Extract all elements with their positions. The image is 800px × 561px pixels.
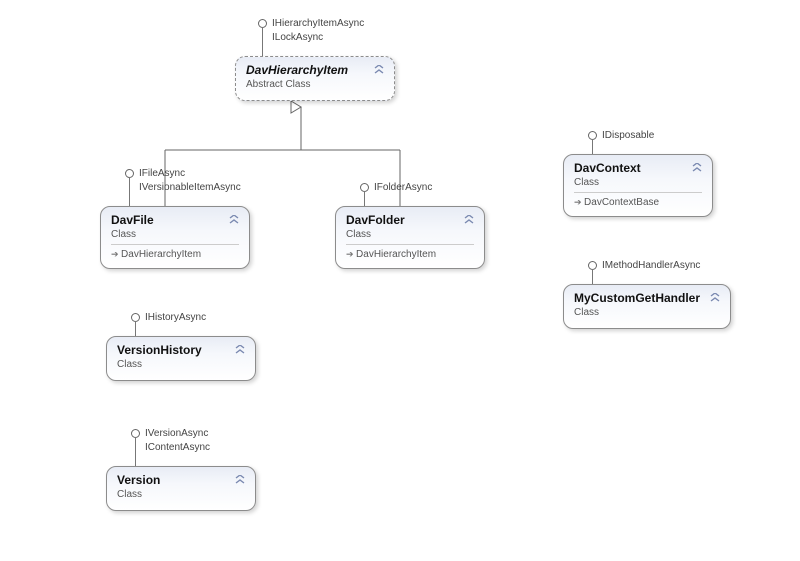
class-subtitle: Class <box>574 307 720 318</box>
class-name: MyCustomGetHandler <box>574 291 720 305</box>
lollipop-mycustomgethandler: IMethodHandlerAsync <box>588 258 700 272</box>
class-davfile[interactable]: DavFile Class DavHierarchyItem <box>100 206 250 269</box>
lollipop-davfile: IFileAsync IVersionableItemAsync <box>125 166 241 194</box>
interface-label: IContentAsync <box>145 442 210 453</box>
class-base: DavContextBase <box>574 192 702 208</box>
class-subtitle: Class <box>346 229 474 240</box>
lollipop-stem <box>135 321 136 337</box>
class-davhierarchyitem[interactable]: DavHierarchyItem Abstract Class <box>235 56 395 101</box>
expand-chevron-icon[interactable] <box>227 213 241 227</box>
expand-chevron-icon[interactable] <box>708 291 722 305</box>
interface-label: IFolderAsync <box>374 182 432 193</box>
interface-label: IHierarchyItemAsync <box>272 18 364 29</box>
class-name: VersionHistory <box>117 343 245 357</box>
interface-label: IVersionableItemAsync <box>139 182 241 193</box>
class-base: DavHierarchyItem <box>346 244 474 260</box>
lollipop-stem <box>262 27 263 57</box>
class-name: DavHierarchyItem <box>246 63 384 77</box>
expand-chevron-icon[interactable] <box>690 161 704 175</box>
class-subtitle: Abstract Class <box>246 79 384 90</box>
lollipop-davfolder: IFolderAsync <box>360 180 432 194</box>
class-version[interactable]: Version Class <box>106 466 256 511</box>
interface-label: IMethodHandlerAsync <box>602 260 700 271</box>
lollipop-davhierarchyitem: IHierarchyItemAsync ILockAsync <box>258 16 364 44</box>
lollipop-versionhistory: IHistoryAsync <box>131 310 206 324</box>
class-davcontext[interactable]: DavContext Class DavContextBase <box>563 154 713 217</box>
interface-label: ILockAsync <box>272 32 323 43</box>
expand-chevron-icon[interactable] <box>233 473 247 487</box>
class-name: DavFile <box>111 213 239 227</box>
interface-label: IFileAsync <box>139 168 185 179</box>
lollipop-version: IVersionAsync IContentAsync <box>131 426 210 454</box>
interface-label: IVersionAsync <box>145 428 208 439</box>
expand-chevron-icon[interactable] <box>462 213 476 227</box>
class-davfolder[interactable]: DavFolder Class DavHierarchyItem <box>335 206 485 269</box>
interface-label: IHistoryAsync <box>145 312 206 323</box>
class-subtitle: Class <box>111 229 239 240</box>
class-name: Version <box>117 473 245 487</box>
class-subtitle: Class <box>117 489 245 500</box>
lollipop-stem <box>129 177 130 207</box>
expand-chevron-icon[interactable] <box>372 63 386 77</box>
lollipop-stem <box>135 437 136 467</box>
expand-chevron-icon[interactable] <box>233 343 247 357</box>
class-subtitle: Class <box>117 359 245 370</box>
class-subtitle: Class <box>574 177 702 188</box>
class-name: DavFolder <box>346 213 474 227</box>
class-mycustomgethandler[interactable]: MyCustomGetHandler Class <box>563 284 731 329</box>
lollipop-davcontext: IDisposable <box>588 128 654 142</box>
class-base: DavHierarchyItem <box>111 244 239 260</box>
lollipop-stem <box>592 269 593 285</box>
class-versionhistory[interactable]: VersionHistory Class <box>106 336 256 381</box>
interface-label: IDisposable <box>602 130 654 141</box>
lollipop-stem <box>592 139 593 155</box>
diagram-canvas: IHierarchyItemAsync ILockAsync DavHierar… <box>0 0 800 561</box>
lollipop-stem <box>364 191 365 207</box>
class-name: DavContext <box>574 161 702 175</box>
